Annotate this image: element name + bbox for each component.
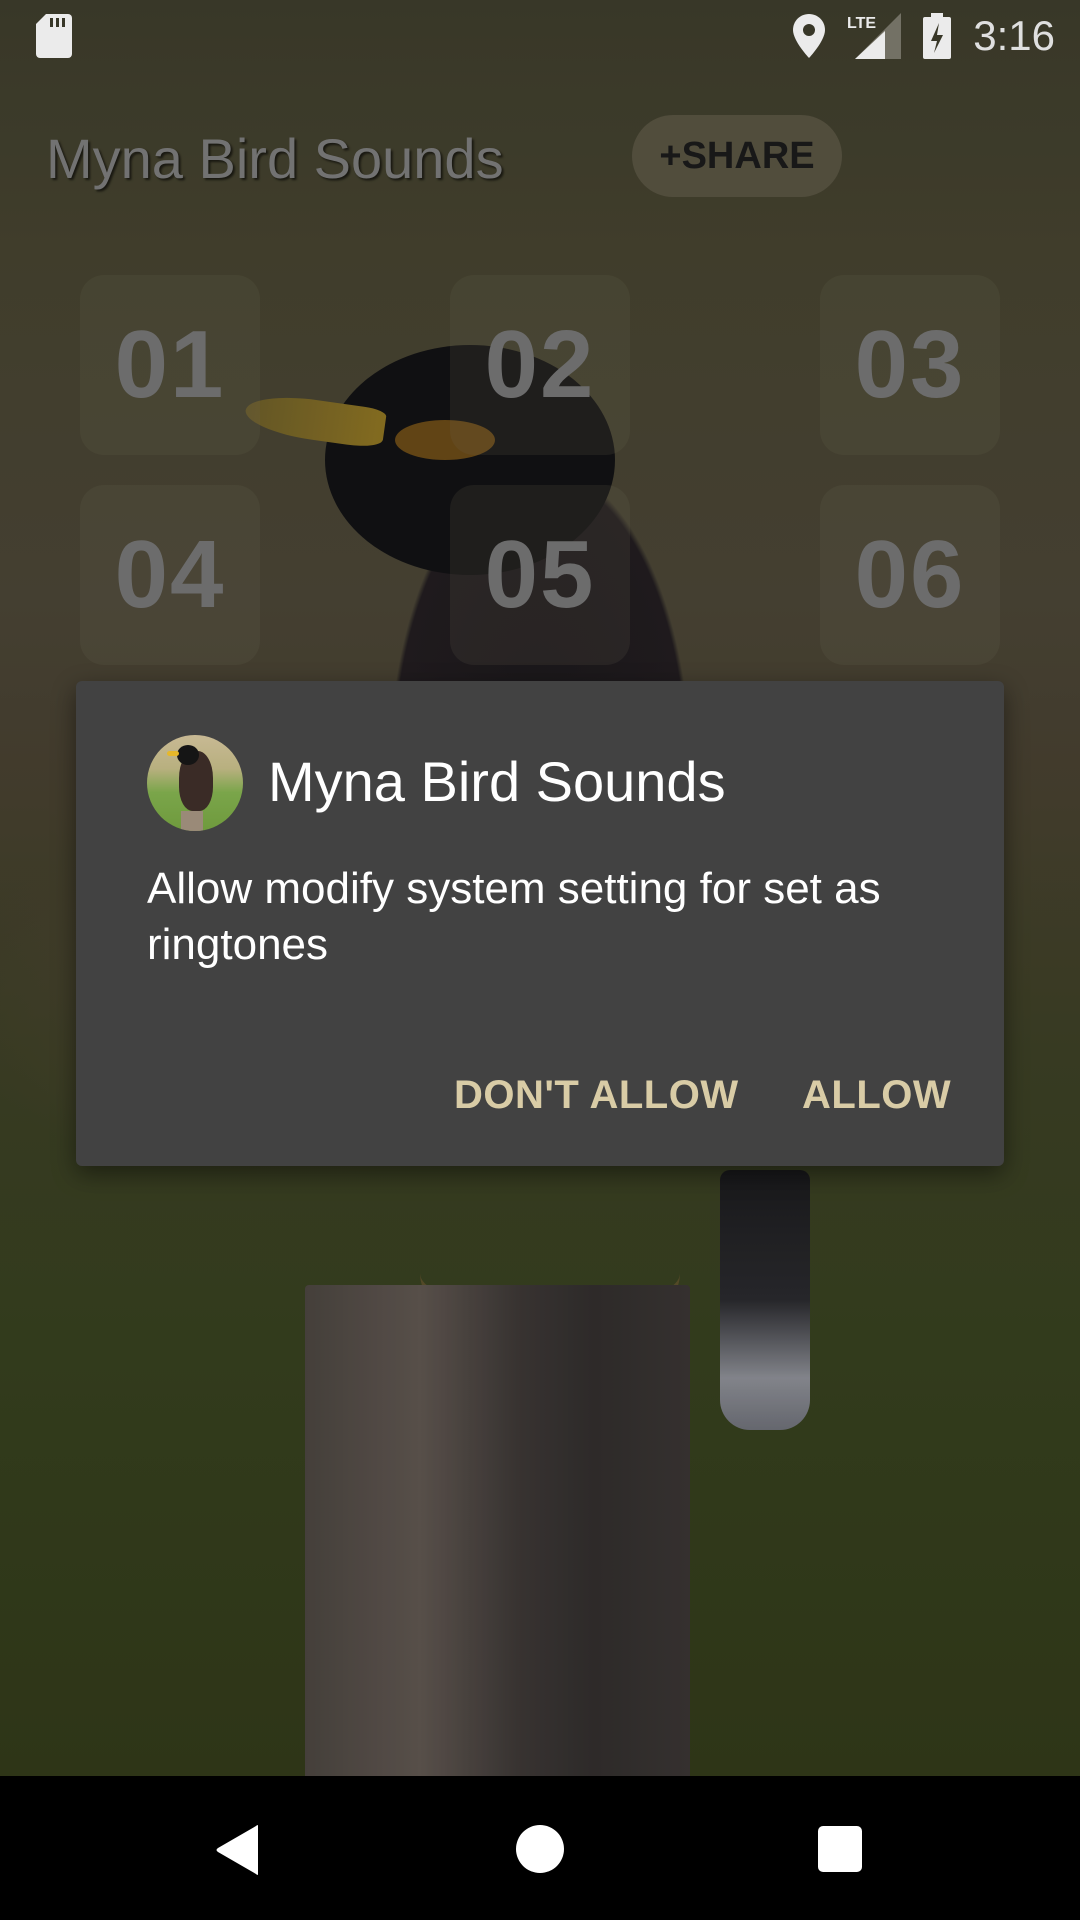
dont-allow-button[interactable]: DON'T ALLOW xyxy=(438,1053,755,1137)
icon-post xyxy=(181,811,203,831)
permission-dialog: Myna Bird Sounds Allow modify system set… xyxy=(76,681,1004,1166)
dialog-title: Myna Bird Sounds xyxy=(268,750,726,813)
app-icon xyxy=(147,735,243,831)
back-icon[interactable] xyxy=(214,1824,262,1876)
allow-button[interactable]: ALLOW xyxy=(786,1053,967,1137)
icon-bird-beak xyxy=(167,751,179,756)
recents-icon[interactable] xyxy=(818,1826,862,1872)
dialog-message: Allow modify system setting for set as r… xyxy=(147,864,881,969)
icon-bird-head xyxy=(177,745,199,765)
home-icon[interactable] xyxy=(516,1825,564,1873)
